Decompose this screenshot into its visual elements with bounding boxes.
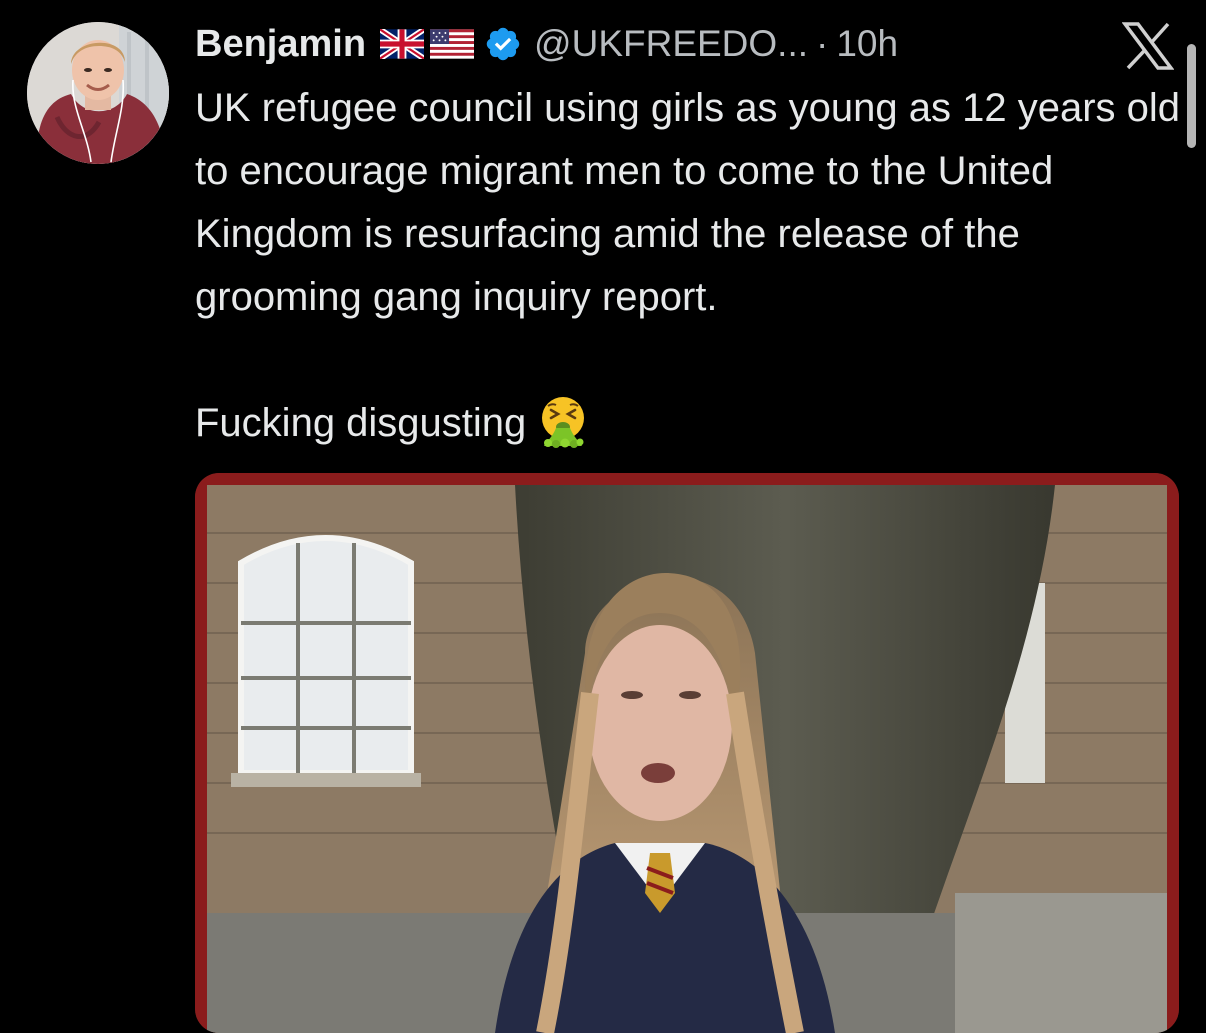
x-logo-icon[interactable] xyxy=(1122,22,1174,70)
uk-flag-icon xyxy=(380,29,425,59)
tweet-header: Benjamin @UKFREEDO... · 10h xyxy=(195,18,898,70)
tweet-media-video[interactable] xyxy=(195,473,1179,1033)
author-avatar[interactable] xyxy=(27,22,169,164)
tweet-paragraph-text: Fucking disgusting xyxy=(195,401,527,445)
vomiting-face-emoji xyxy=(542,397,585,448)
meta-separator: · xyxy=(816,23,829,64)
author-name[interactable]: Benjamin xyxy=(195,23,366,66)
tweet-text: UK refugee council using girls as young … xyxy=(195,77,1185,455)
tweet-timestamp[interactable]: 10h xyxy=(836,23,898,65)
scrollbar-thumb[interactable] xyxy=(1187,44,1196,148)
tweet-paragraph: Fucking disgusting xyxy=(195,392,1185,455)
us-flag-icon xyxy=(430,29,475,59)
tweet-paragraph: UK refugee council using girls as young … xyxy=(195,86,1180,319)
verified-badge-icon[interactable] xyxy=(484,25,522,63)
author-handle[interactable]: @UKFREEDO... xyxy=(534,23,808,65)
author-flags xyxy=(380,29,475,59)
